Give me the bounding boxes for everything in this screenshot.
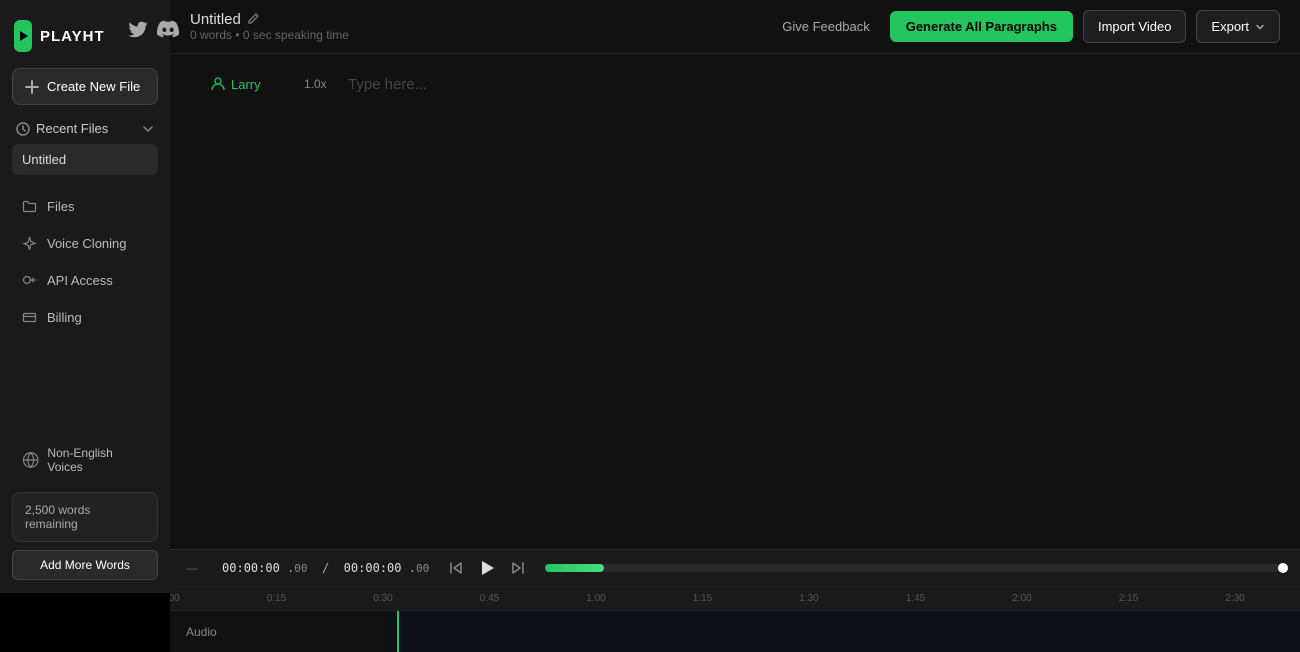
generate-button[interactable]: Generate All Paragraphs [890, 11, 1073, 42]
ruler-mark: 1:00 [586, 593, 605, 604]
sidebar: PLAYHT Create New File Recent Files [0, 0, 170, 652]
sidebar-item-billing[interactable]: Billing [6, 300, 164, 335]
total-time-hm: 00:00:00 [344, 561, 409, 575]
ruler-mark: 0:30 [373, 593, 392, 604]
main-content: Untitled 0 words • 0 sec speaking time G… [170, 0, 1300, 652]
chevron-down-icon [1255, 22, 1265, 32]
add-words-button[interactable]: Add More Words [12, 550, 158, 580]
sidebar-preview [0, 592, 170, 652]
transport-status: — [186, 561, 206, 575]
non-english-voices-button[interactable]: Non-English Voices [12, 438, 158, 482]
progress-bar[interactable] [545, 564, 1284, 572]
app-logo-text: PLAYHT [40, 28, 105, 45]
editor-area: Larry 1.0x Type here... [170, 54, 1300, 549]
progress-thumb [1278, 563, 1288, 573]
progress-fill [545, 564, 604, 572]
audio-track-label: Audio [170, 625, 385, 639]
topbar-right: Give Feedback Generate All Paragraphs Im… [772, 10, 1280, 43]
file-meta: 0 words • 0 sec speaking time [190, 28, 349, 42]
ruler-mark: 0:15 [267, 593, 286, 604]
topbar-left: Untitled 0 words • 0 sec speaking time [190, 11, 349, 42]
sidebar-item-voice-cloning[interactable]: Voice Cloning [6, 226, 164, 261]
sidebar-bottom: Non-English Voices 2,500 words remaining… [0, 426, 170, 592]
playhead [397, 611, 399, 652]
current-time-hm: 00:00:00 [222, 561, 287, 575]
recent-files-section: Recent Files Untitled [12, 113, 158, 177]
voice-selector[interactable]: Larry [210, 74, 290, 92]
card-icon [22, 310, 37, 325]
sidebar-item-api-access[interactable]: API Access [6, 263, 164, 298]
folder-icon [22, 199, 37, 214]
ruler-mark: 1:15 [693, 593, 712, 604]
clock-icon [16, 122, 30, 136]
file-title: Untitled [190, 11, 241, 28]
export-button[interactable]: Export [1196, 10, 1280, 43]
speed-selector[interactable]: 1.0x [304, 74, 334, 91]
play-button[interactable] [475, 556, 499, 580]
paragraph-input[interactable]: Type here... [348, 74, 1260, 95]
ruler-mark: 0:45 [480, 593, 499, 604]
twitter-icon[interactable] [127, 18, 149, 40]
recent-files-header[interactable]: Recent Files [12, 113, 158, 144]
edit-icon[interactable] [247, 12, 260, 28]
topbar-file-info: Untitled 0 words • 0 sec speaking time [190, 11, 349, 42]
ruler-mark: 2:30 [1225, 593, 1244, 604]
chevron-down-icon [142, 123, 154, 135]
sidebar-nav: Files Voice Cloning API Access Billing [0, 189, 170, 337]
timeline-ruler: 0:00 0:15 0:30 0:45 1:00 1:15 1:30 1:45 2:00 2:15… [170, 586, 1300, 610]
create-new-button[interactable]: Create New File [12, 68, 158, 105]
ruler-mark: 2:15 [1119, 593, 1138, 604]
import-button[interactable]: Import Video [1083, 10, 1186, 43]
sidebar-logo: PLAYHT [0, 0, 170, 68]
plus-icon [25, 80, 39, 94]
ruler-mark: 1:45 [906, 593, 925, 604]
transport-controls [445, 556, 529, 580]
translate-icon [22, 451, 39, 469]
app-logo-icon [14, 20, 32, 52]
sparkle-icon [22, 236, 37, 251]
audio-track: Audio [170, 610, 1300, 652]
discord-icon[interactable] [157, 18, 179, 40]
topbar: Untitled 0 words • 0 sec speaking time G… [170, 0, 1300, 54]
social-links [113, 18, 193, 54]
skip-forward-button[interactable] [507, 557, 529, 579]
skip-back-button[interactable] [445, 557, 467, 579]
ruler-mark: 1:30 [799, 593, 818, 604]
ruler-mark: 2:00 [1012, 593, 1031, 604]
audio-waveform [385, 611, 1300, 652]
key-icon [22, 273, 37, 288]
sidebar-item-files[interactable]: Files [6, 189, 164, 224]
transport-bar: — 00:00:00 .00 / 00:00:00 .00 [170, 549, 1300, 586]
time-display: 00:00:00 .00 / 00:00:00 .00 [222, 561, 429, 575]
ruler-mark: 0:00 [170, 593, 180, 604]
recent-file-item[interactable]: Untitled [12, 144, 158, 175]
words-remaining-box: 2,500 words remaining [12, 492, 158, 542]
feedback-button[interactable]: Give Feedback [772, 13, 879, 40]
person-icon [210, 76, 226, 92]
paragraph-row: Larry 1.0x Type here... [210, 74, 1260, 95]
